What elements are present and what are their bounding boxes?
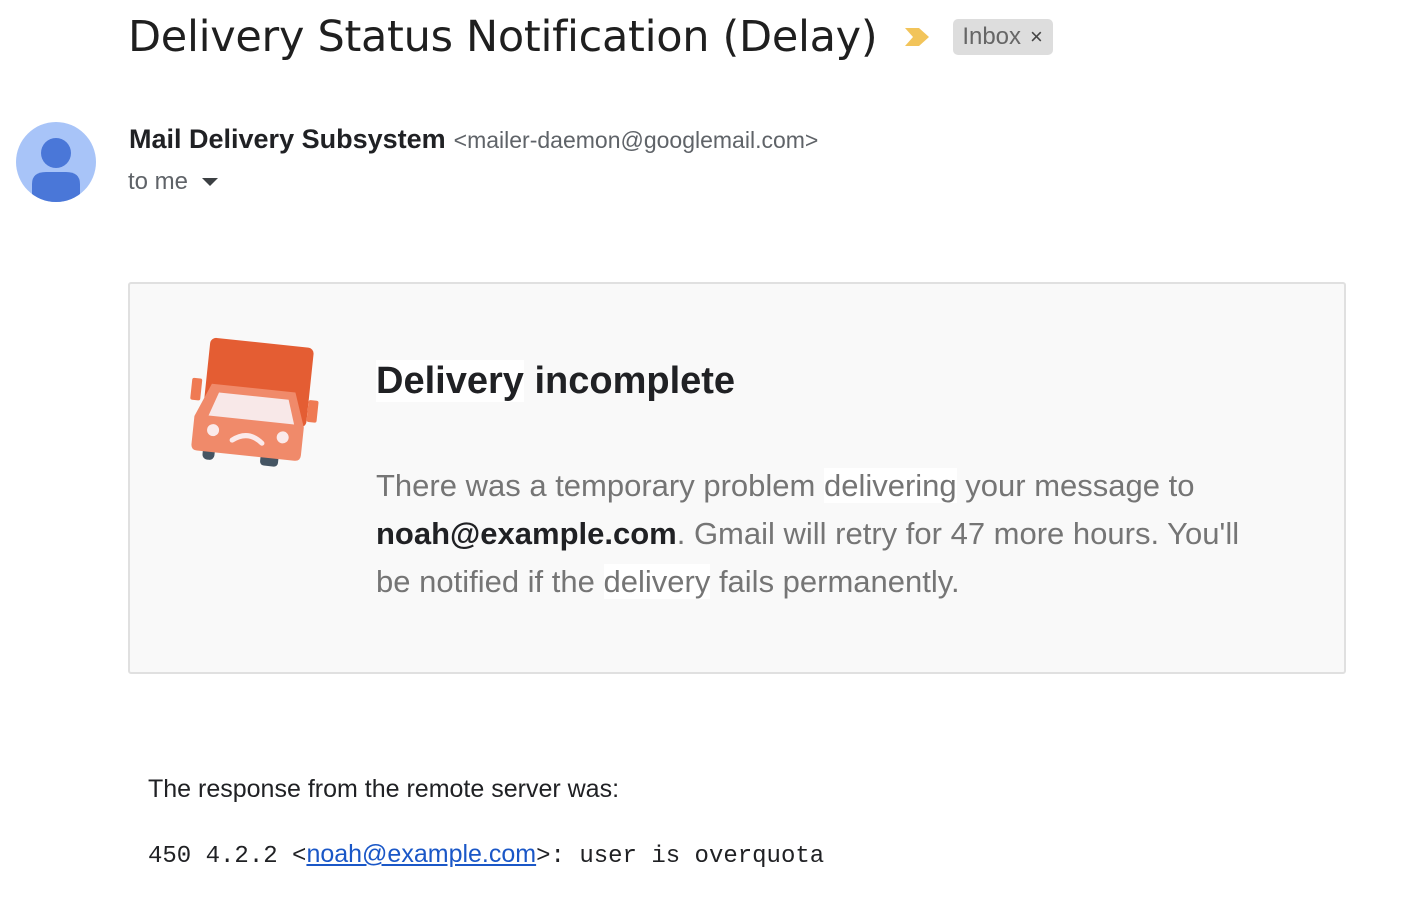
sad-truck-icon: [190, 337, 319, 467]
recipient-email-link[interactable]: noah@example.com: [306, 840, 536, 868]
server-response-code: 450 4.2.2 <noah@example.com>: user is ov…: [148, 840, 824, 870]
sender-row: Mail Delivery Subsystem <mailer-daemon@g…: [129, 124, 818, 155]
notice-text: There was a temporary problem: [376, 468, 824, 503]
subject-row: Delivery Status Notification (Delay) Inb…: [128, 12, 1053, 62]
delivery-notice-panel: Delivery incomplete There was a temporar…: [128, 282, 1346, 674]
importance-marker-icon[interactable]: [903, 26, 931, 48]
sender-avatar[interactable]: [16, 122, 96, 202]
remove-label-icon[interactable]: ×: [1030, 24, 1043, 50]
recipient-details-toggle[interactable]: to me: [128, 168, 219, 196]
sender-email: <mailer-daemon@googlemail.com>: [453, 127, 819, 153]
notice-body: There was a temporary problem delivering…: [376, 462, 1276, 606]
server-response-label: The response from the remote server was:: [148, 775, 620, 803]
search-highlight: delivery: [603, 564, 711, 599]
notice-text: fails permanently.: [710, 564, 960, 599]
recipient-label: to me: [128, 168, 189, 195]
inbox-label-chip[interactable]: Inbox ×: [953, 19, 1053, 55]
response-code-prefix: 450 4.2.2 <: [148, 843, 307, 870]
notice-title-rest: incomplete: [523, 360, 736, 402]
search-highlight: delivering: [823, 468, 957, 503]
chevron-down-icon[interactable]: [202, 178, 219, 186]
recipient-address: noah@example.com: [376, 516, 677, 551]
email-subject: Delivery Status Notification (Delay): [128, 12, 878, 62]
search-highlight: Delivery: [376, 360, 524, 402]
default-person-avatar-icon: [32, 138, 80, 202]
notice-text: your message to: [956, 468, 1195, 503]
response-code-suffix: >: user is overquota: [536, 843, 825, 870]
label-chip-text: Inbox: [962, 23, 1022, 50]
notice-title: Delivery incomplete: [376, 360, 735, 403]
sender-name[interactable]: Mail Delivery Subsystem: [129, 124, 446, 155]
